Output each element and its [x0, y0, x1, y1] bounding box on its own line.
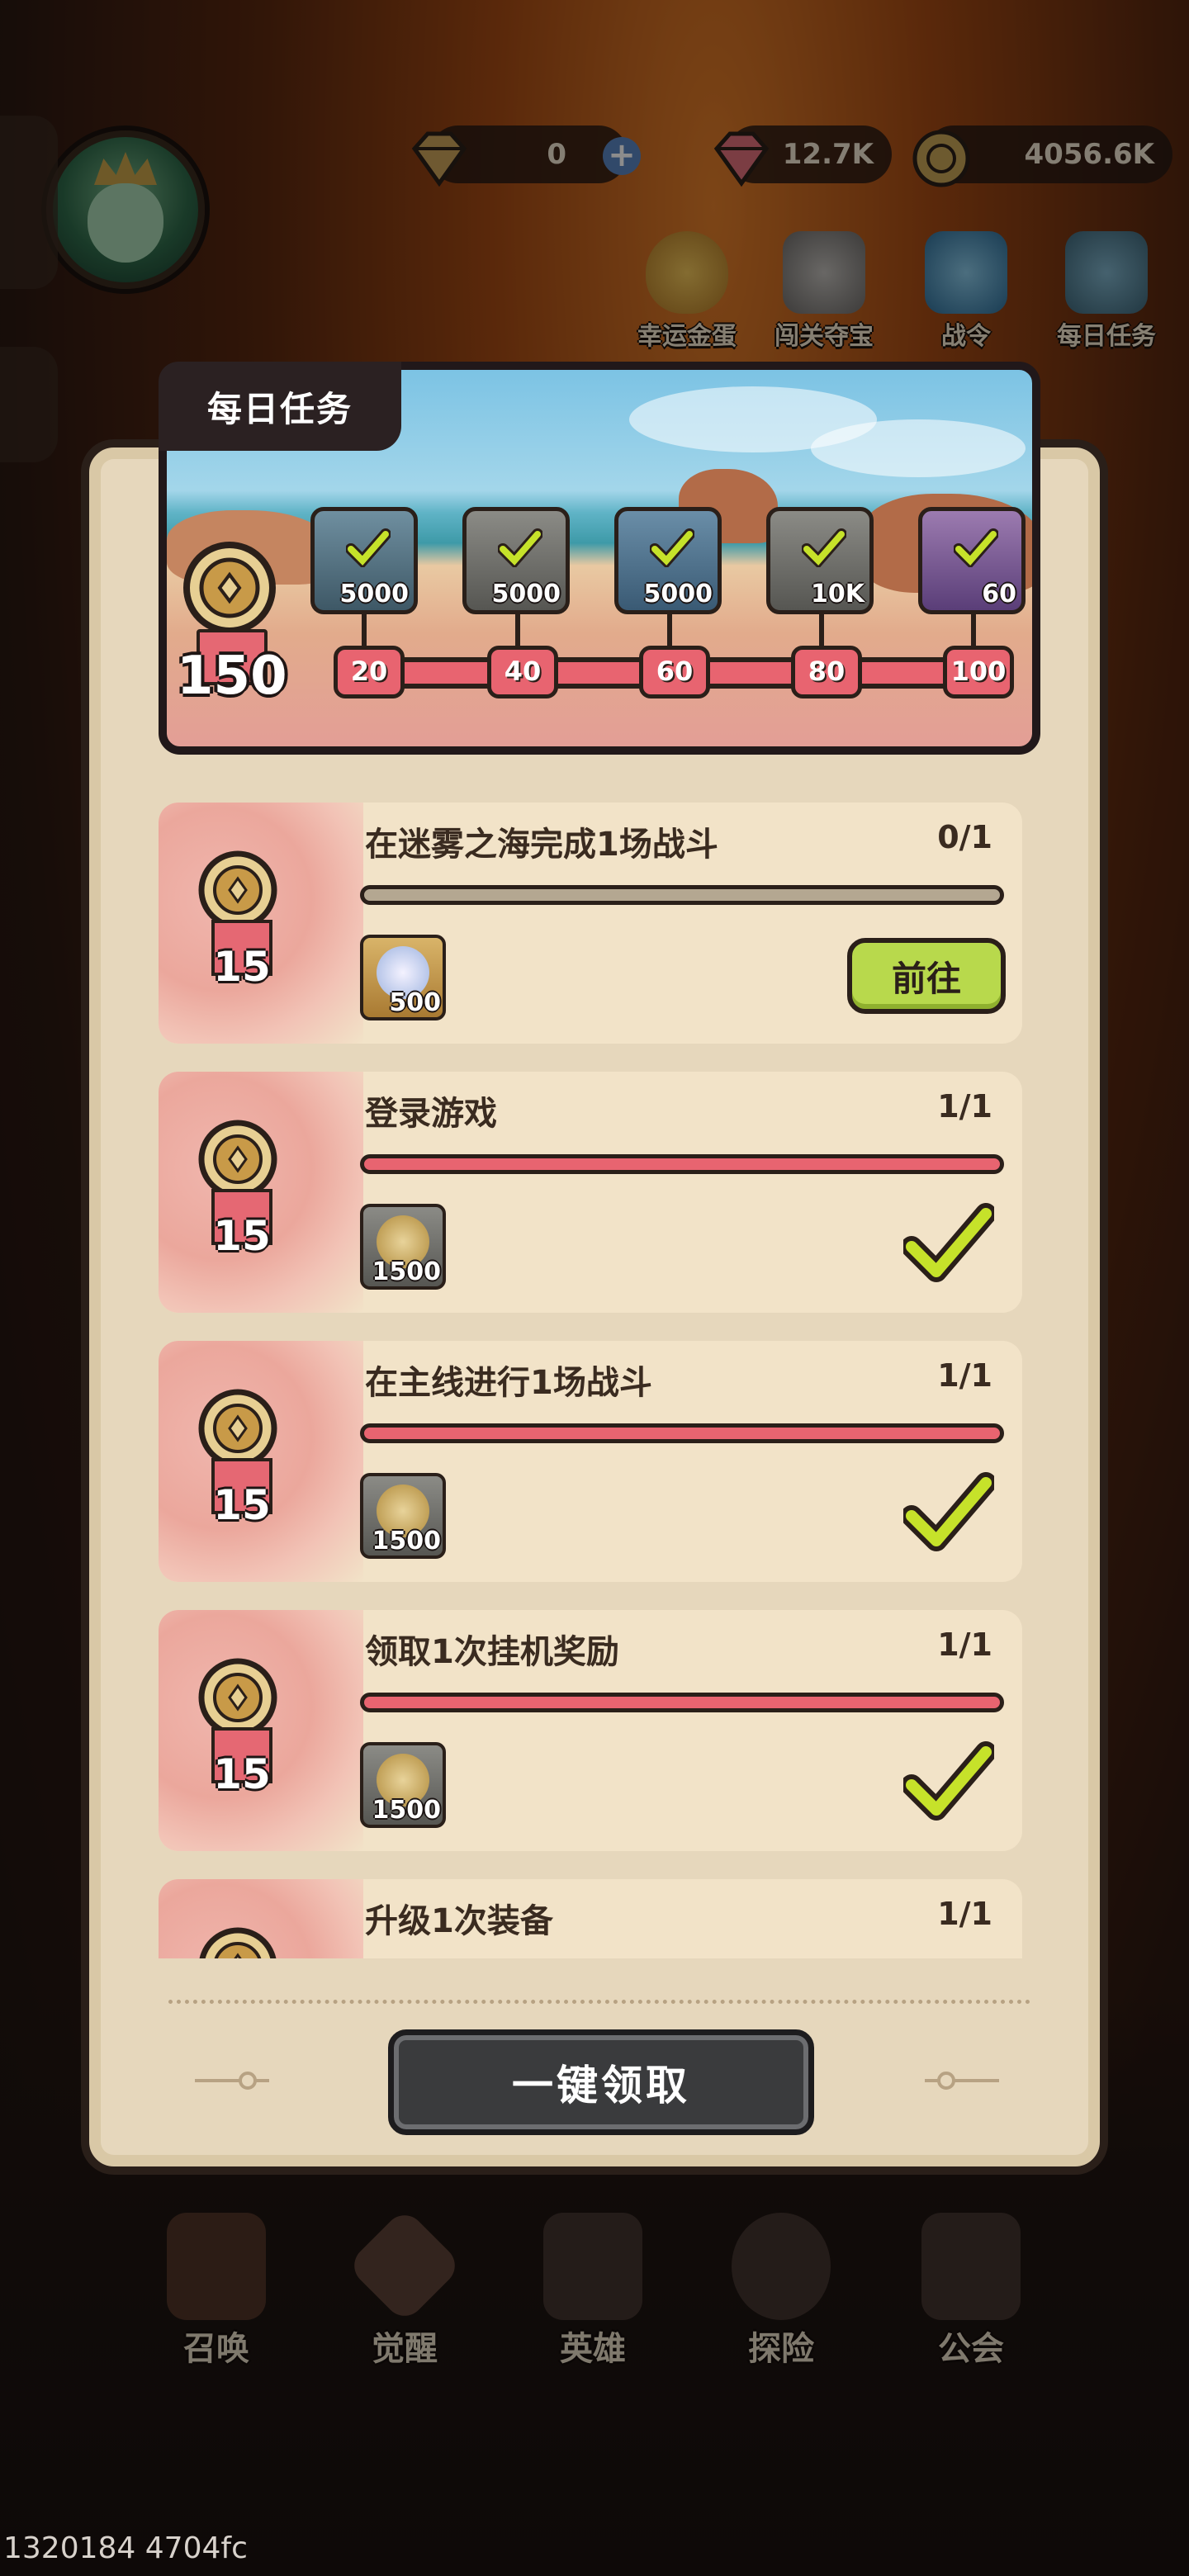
task-name: 登录游戏: [365, 1095, 497, 1133]
debug-text: 1320184 4704fc: [3, 2531, 248, 2565]
milestone-60: 60: [639, 646, 710, 698]
activity-score: 150: [177, 646, 287, 707]
activity-coin-icon: [198, 1389, 277, 1468]
milestone-reward-3[interactable]: 5000: [614, 507, 722, 614]
task-points: 15: [213, 1481, 271, 1529]
reward-count: 1500: [372, 1257, 442, 1286]
task-progress-bar: [360, 1154, 1004, 1174]
task-progress-text: 1/1: [937, 1627, 992, 1663]
task-points: 15: [213, 943, 271, 991]
activity-coin-icon: [198, 1120, 277, 1199]
milestone-40: 40: [487, 646, 558, 698]
activity-coin-icon: [198, 850, 277, 930]
task-name: 升级1次装备: [365, 1902, 553, 1940]
check-icon: [346, 528, 391, 567]
task-row: 15 在迷雾之海完成1场战斗 0/1 500 前往: [159, 803, 1022, 1044]
task-row: 15 升级1次装备 1/1: [159, 1879, 1022, 1958]
task-name: 在迷雾之海完成1场战斗: [365, 826, 718, 864]
check-icon: [954, 528, 998, 567]
reward-count: 1500: [372, 1527, 442, 1556]
completed-check-icon: [903, 1472, 994, 1551]
task-name: 在主线进行1场战斗: [365, 1364, 652, 1402]
milestone-reward-4[interactable]: 10K: [766, 507, 874, 614]
panel-title: 每日任务: [159, 362, 401, 451]
task-row: 15 登录游戏 1/1 1500: [159, 1072, 1022, 1313]
task-progress-text: 0/1: [937, 819, 992, 855]
check-icon: [650, 528, 694, 567]
cloud: [811, 419, 1026, 477]
ornament-icon: [925, 2072, 999, 2090]
milestone-reward-5[interactable]: 60: [918, 507, 1026, 614]
task-reward-item[interactable]: 1500: [360, 1742, 446, 1828]
reward-count: 5000: [491, 580, 561, 608]
task-progress-text: 1/1: [937, 1896, 992, 1932]
milestone-reward-2[interactable]: 5000: [462, 507, 570, 614]
completed-check-icon: [903, 1741, 994, 1821]
milestone-80: 80: [791, 646, 862, 698]
task-reward-item[interactable]: 1500: [360, 1473, 446, 1559]
milestone-stem: [819, 614, 824, 649]
task-progress-bar: [360, 1693, 1004, 1712]
check-icon: [802, 528, 846, 567]
activity-coin-icon: [199, 1927, 277, 1958]
go-button[interactable]: 前往: [847, 938, 1006, 1014]
completed-check-icon: [903, 1203, 994, 1282]
activity-coin-icon: [198, 1658, 277, 1737]
ornament-icon: [195, 2072, 269, 2090]
reward-count: 500: [389, 988, 441, 1017]
reward-count: 5000: [643, 580, 713, 608]
reward-count: 1500: [372, 1796, 442, 1825]
reward-count: 5000: [339, 580, 410, 608]
milestone-stem: [515, 614, 520, 649]
task-progress-text: 1/1: [937, 1357, 992, 1394]
milestone-stem: [667, 614, 672, 649]
reward-count: 10K: [811, 580, 865, 608]
activity-coin-icon: [183, 542, 276, 634]
task-row: 15 领取1次挂机奖励 1/1 1500: [159, 1610, 1022, 1851]
divider: [168, 2000, 1030, 2004]
task-progress-text: 1/1: [937, 1088, 992, 1125]
task-row: 15 在主线进行1场战斗 1/1 1500: [159, 1341, 1022, 1582]
task-reward-item[interactable]: 500: [360, 935, 446, 1020]
task-progress-bar: [360, 1423, 1004, 1443]
task-reward-item[interactable]: 1500: [360, 1204, 446, 1290]
milestone-100: 100: [943, 646, 1014, 698]
task-points: 15: [213, 1750, 271, 1798]
milestone-20: 20: [334, 646, 405, 698]
task-list[interactable]: 15 在迷雾之海完成1场战斗 0/1 500 前往 15 登录游戏 1/1 15…: [159, 803, 1022, 1958]
task-name: 领取1次挂机奖励: [365, 1633, 619, 1671]
collect-all-button[interactable]: 一键领取: [388, 2029, 814, 2135]
reward-count: 60: [982, 580, 1016, 608]
task-points: 15: [213, 1212, 271, 1260]
milestone-stem: [971, 614, 976, 649]
milestone-reward-1[interactable]: 5000: [310, 507, 418, 614]
task-progress-bar: [360, 885, 1004, 905]
check-icon: [498, 528, 542, 567]
milestone-stem: [362, 614, 367, 649]
